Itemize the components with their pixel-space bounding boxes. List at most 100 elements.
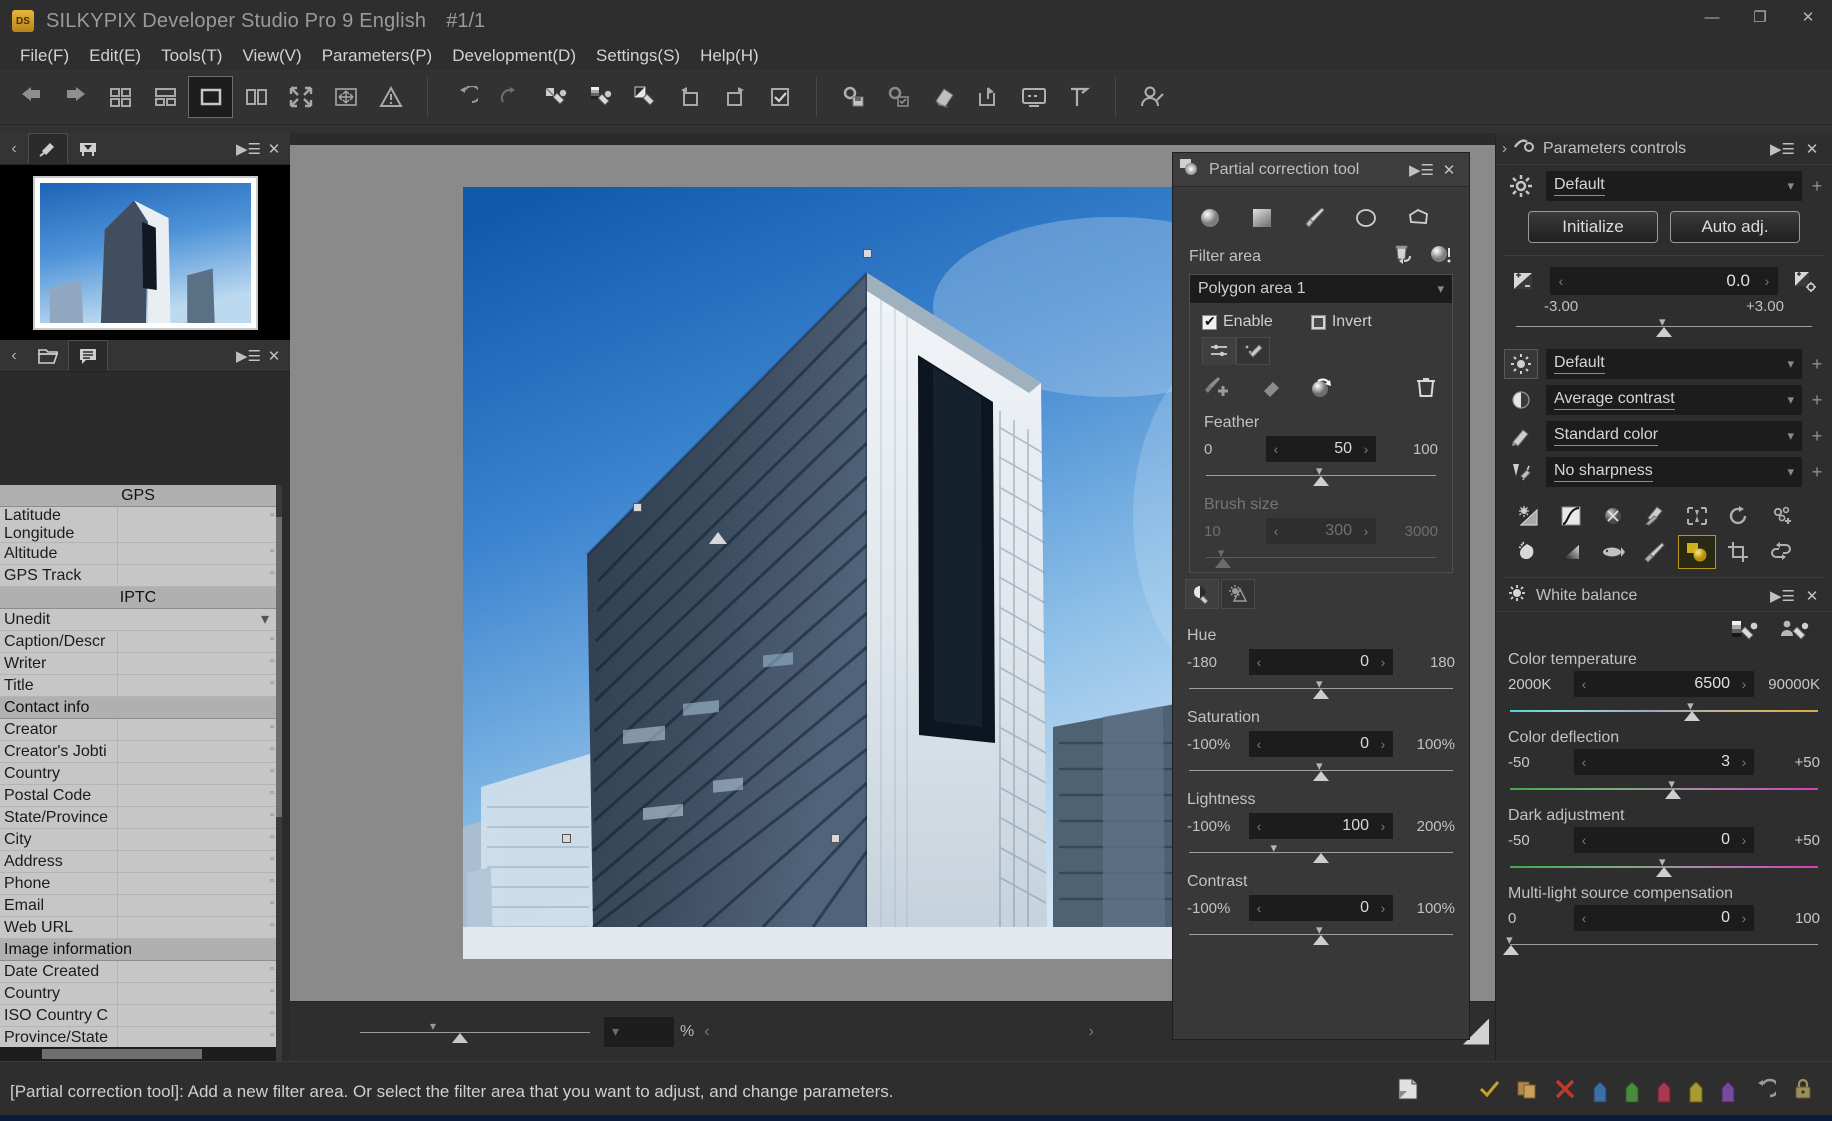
metadata-value[interactable]: [118, 741, 276, 762]
fit-window-icon[interactable]: [323, 76, 368, 118]
add-preset-icon[interactable]: +: [1810, 176, 1824, 197]
dark-adjustment-spinbox[interactable]: ‹ 0 ›: [1574, 827, 1754, 853]
thumbnail-item[interactable]: [32, 175, 258, 330]
multi-light-spinbox[interactable]: ‹ 0 ›: [1574, 905, 1754, 931]
table-row[interactable]: Caption/Descr: [0, 631, 276, 653]
tag-red-icon[interactable]: [1656, 1080, 1672, 1103]
maximize-button[interactable]: ❐: [1736, 0, 1784, 34]
feather-spinbox[interactable]: ‹ 50 ›: [1266, 436, 1376, 462]
sharpness-preset-dropdown[interactable]: No sharpness ▾: [1546, 457, 1802, 487]
parameters-close-button[interactable]: ✕: [1802, 140, 1822, 158]
thumbnail-list-icon[interactable]: [143, 76, 188, 118]
table-row[interactable]: Web URL: [0, 917, 276, 939]
metadata-menu-button[interactable]: ▶☰: [236, 347, 261, 365]
delete-x-icon[interactable]: [1554, 1078, 1576, 1105]
decrement-icon[interactable]: ‹: [1574, 676, 1594, 692]
contrast-icon[interactable]: [1504, 385, 1538, 415]
table-row[interactable]: Date Created: [0, 961, 276, 983]
add-settings-tool-icon[interactable]: [1762, 499, 1800, 533]
save-settings-icon[interactable]: [831, 76, 876, 118]
add-color-preset-icon[interactable]: +: [1810, 426, 1824, 447]
mask-brush-tab[interactable]: [1236, 337, 1270, 365]
undo-arrow-icon[interactable]: [1752, 1078, 1780, 1105]
decrement-icon[interactable]: ‹: [1249, 900, 1269, 916]
dark-adjustment-track[interactable]: ▾: [1508, 854, 1820, 879]
exposure-bias-spinbox[interactable]: ‹ 0.0 ›: [1550, 267, 1778, 295]
monitor-icon[interactable]: [1011, 76, 1056, 118]
undo-icon[interactable]: [442, 76, 487, 118]
metadata-vertical-scrollbar[interactable]: [276, 485, 282, 1061]
taste-preset-dropdown[interactable]: Default ▾: [1546, 171, 1802, 201]
table-row[interactable]: Phone: [0, 873, 276, 895]
contrast-preset-dropdown[interactable]: Average contrast ▾: [1546, 385, 1802, 415]
table-row[interactable]: Altitude: [0, 543, 276, 565]
color-deflection-track[interactable]: ▾: [1508, 776, 1820, 801]
increment-icon[interactable]: ›: [1373, 736, 1393, 752]
white-balance-picker-icon[interactable]: [532, 76, 577, 118]
metadata-value[interactable]: [118, 961, 276, 982]
check-mark-icon[interactable]: [1478, 1078, 1500, 1105]
decrement-icon[interactable]: ‹: [1574, 754, 1594, 770]
iptc-status-dropdown[interactable]: Unedit ▾: [0, 609, 276, 631]
metadata-value[interactable]: [118, 807, 276, 828]
exposure-tab[interactable]: [1221, 579, 1255, 609]
partial-correction-menu-button[interactable]: ▶☰: [1409, 161, 1434, 179]
table-row[interactable]: Creator's Jobti: [0, 741, 276, 763]
increment-icon[interactable]: ›: [1373, 654, 1393, 670]
single-view-icon[interactable]: [188, 76, 233, 118]
metadata-value[interactable]: [118, 785, 276, 806]
close-button[interactable]: ✕: [1784, 0, 1832, 34]
table-row[interactable]: Province/State: [0, 1027, 276, 1049]
checkmark-box-icon[interactable]: [757, 76, 802, 118]
tag-purple-icon[interactable]: [1720, 1080, 1736, 1103]
black-white-picker-icon[interactable]: [622, 76, 667, 118]
menu-file[interactable]: File(F): [10, 44, 79, 68]
color-deflection-spinbox[interactable]: ‹ 3 ›: [1574, 749, 1754, 775]
decrement-icon[interactable]: ‹: [1249, 818, 1269, 834]
thumbnail-close-button[interactable]: ✕: [264, 140, 284, 158]
table-row[interactable]: Postal Code: [0, 785, 276, 807]
table-row[interactable]: Address: [0, 851, 276, 873]
export-icon[interactable]: [966, 76, 1011, 118]
auto-adjust-button[interactable]: Auto adj.: [1670, 211, 1800, 243]
invert-checkbox[interactable]: [1310, 314, 1326, 330]
brush-icon[interactable]: [1291, 199, 1337, 237]
decrement-icon[interactable]: ‹: [1249, 654, 1269, 670]
saturation-spinbox[interactable]: ‹ 0 ›: [1249, 731, 1393, 757]
thumbnail-prev-button[interactable]: ‹: [0, 140, 28, 158]
tag-yellow-icon[interactable]: [1688, 1080, 1704, 1103]
monitor-tab[interactable]: [68, 133, 108, 164]
gray-balance-picker-icon[interactable]: [577, 76, 622, 118]
polygon-center-handle[interactable]: [708, 532, 727, 544]
brightness-icon[interactable]: [1504, 349, 1538, 379]
rotate-tool-icon[interactable]: [1720, 499, 1758, 533]
table-row[interactable]: Country: [0, 983, 276, 1005]
warning-icon[interactable]: [368, 76, 413, 118]
metadata-value[interactable]: [118, 653, 276, 674]
show-area-icon[interactable]: [1429, 243, 1453, 270]
lightness-track[interactable]: ▾: [1187, 840, 1455, 865]
metadata-value[interactable]: [118, 631, 276, 652]
exposure-track[interactable]: ▾: [1514, 314, 1814, 339]
initialize-button[interactable]: Initialize: [1528, 211, 1658, 243]
brightness-preset-dropdown[interactable]: Default ▾: [1546, 349, 1802, 379]
zoom-input[interactable]: ▾: [604, 1016, 674, 1047]
contrast-spinbox[interactable]: ‹ 0 ›: [1249, 895, 1393, 921]
metadata-value[interactable]: [118, 543, 276, 564]
gray-picker-icon[interactable]: [1730, 618, 1760, 649]
white-balance-menu-button[interactable]: ▶☰: [1770, 587, 1795, 605]
redo-icon[interactable]: [487, 76, 532, 118]
increment-icon[interactable]: ›: [1373, 900, 1393, 916]
metadata-value[interactable]: [118, 917, 276, 938]
metadata-horizontal-scrollbar[interactable]: [0, 1047, 276, 1061]
enable-checkbox[interactable]: [1202, 313, 1217, 330]
pin-tab[interactable]: [28, 133, 68, 164]
decrement-icon[interactable]: ‹: [1574, 910, 1594, 926]
metadata-close-button[interactable]: ✕: [264, 347, 284, 365]
metadata-value[interactable]: [118, 507, 276, 542]
add-contrast-preset-icon[interactable]: +: [1810, 390, 1824, 411]
save-page-icon[interactable]: [1396, 1077, 1420, 1106]
circle-gradient-icon[interactable]: [1187, 199, 1233, 237]
expand-chevron-icon[interactable]: ›: [1502, 140, 1507, 157]
tag-green-icon[interactable]: [1624, 1080, 1640, 1103]
